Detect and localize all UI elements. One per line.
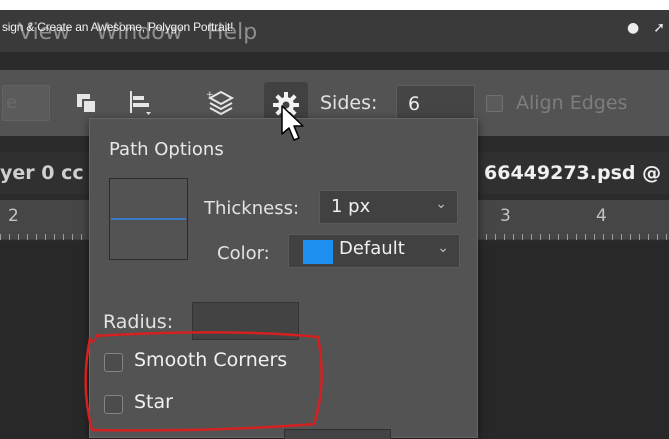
color-label: Color:: [217, 243, 270, 264]
color-swatch: [303, 240, 333, 264]
path-options-popup: Path Options Thickness: 1 px ⌄ Color: De…: [89, 118, 478, 439]
ruler-number: 4: [596, 206, 607, 226]
path-operations-icon[interactable]: [72, 88, 102, 118]
mouse-cursor-icon: [281, 105, 304, 141]
clock-icon[interactable]: ●: [627, 20, 639, 36]
star-checkbox[interactable]: [104, 395, 123, 414]
ruler-number: 3: [500, 206, 511, 226]
chevron-down-icon: ⌄: [435, 196, 447, 212]
chevron-down-icon: ⌄: [437, 240, 449, 256]
thickness-value: 1 px: [331, 196, 371, 217]
video-controls: ● ➚: [613, 20, 665, 36]
video-title: sign & Create an Awesome, Polygon Portra…: [2, 20, 234, 34]
star-label: Star: [134, 391, 173, 413]
menu-bar: View Window Help sign & Create an Awesom…: [0, 10, 669, 52]
smooth-corners-checkbox[interactable]: [104, 353, 123, 372]
stroke-preview: [109, 178, 188, 260]
document-tab-layer[interactable]: yer 0 cc: [0, 162, 84, 184]
smooth-corners-label: Smooth Corners: [134, 349, 288, 371]
sides-label: Sides:: [320, 92, 378, 114]
ruler-number: 2: [8, 206, 19, 226]
align-edges-label: Align Edges: [516, 92, 628, 114]
document-tab-psd[interactable]: 66449273.psd @: [484, 162, 661, 184]
svg-text:+: +: [206, 90, 214, 100]
radius-label: Radius:: [103, 311, 174, 333]
path-arrangement-icon[interactable]: +: [206, 88, 236, 118]
share-arrow-icon[interactable]: ➚: [653, 20, 665, 36]
partial-field[interactable]: [284, 429, 391, 439]
color-value: Default: [339, 238, 405, 259]
popup-title: Path Options: [109, 139, 224, 160]
align-edges-checkbox[interactable]: [486, 95, 503, 112]
thickness-select[interactable]: 1 px ⌄: [319, 190, 458, 224]
previous-field[interactable]: e: [2, 85, 50, 121]
color-select[interactable]: Default ⌄: [288, 234, 460, 268]
radius-input[interactable]: [192, 302, 299, 340]
thickness-label: Thickness:: [204, 198, 300, 219]
path-alignment-icon[interactable]: [124, 88, 154, 118]
stroke-preview-line: [111, 218, 186, 220]
